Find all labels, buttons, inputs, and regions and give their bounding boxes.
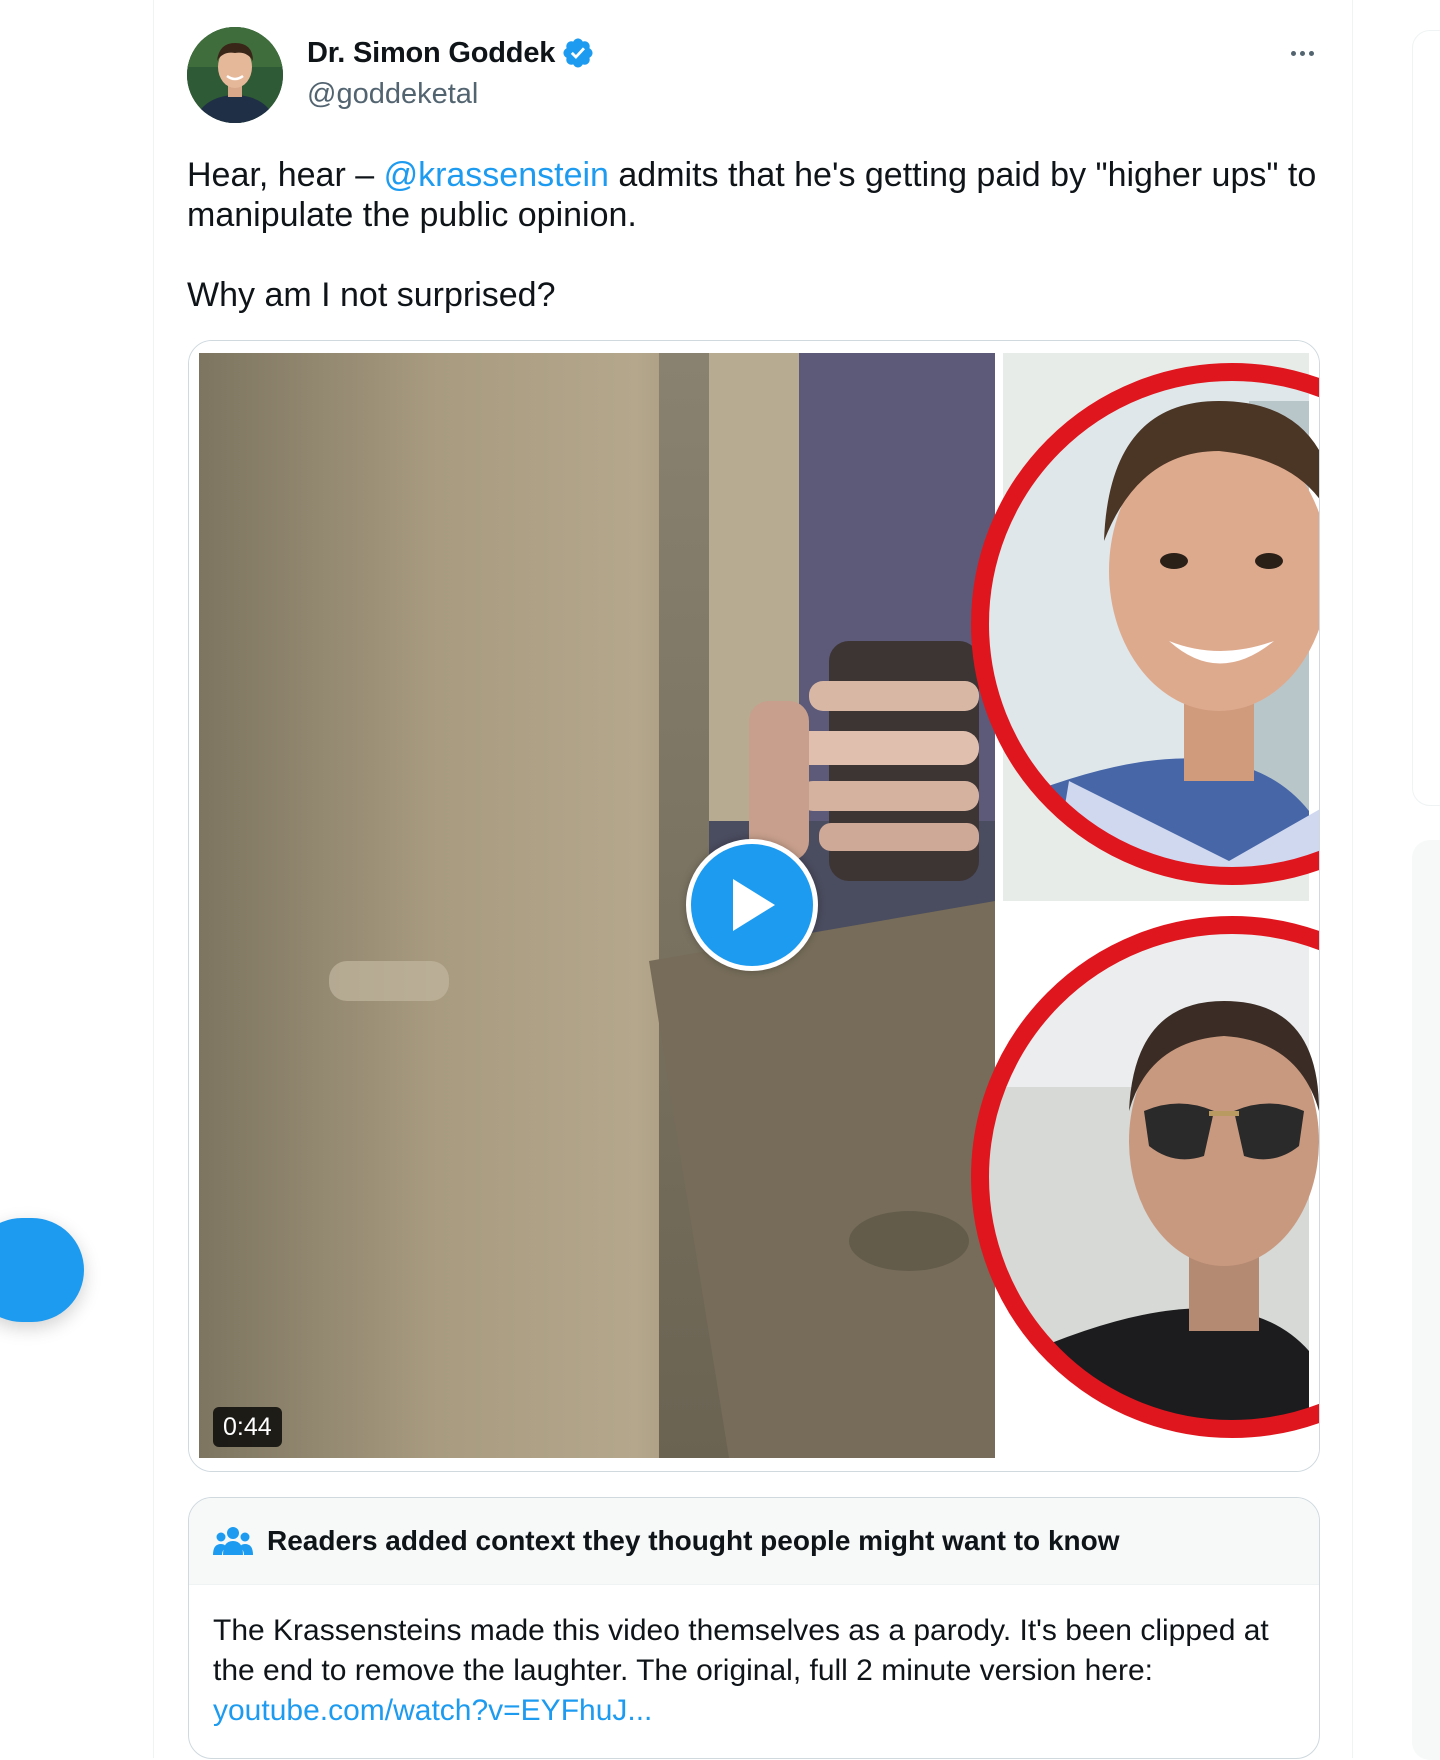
author-name[interactable]: Dr. Simon Goddek <box>307 37 555 70</box>
mention-link[interactable]: @krassenstein <box>384 156 609 194</box>
video-player[interactable]: 0:44 <box>188 340 1320 1472</box>
author-handle[interactable]: @goddeketal <box>307 78 478 111</box>
community-note-header: Readers added context they thought peopl… <box>189 1498 1319 1585</box>
more-options-icon[interactable] <box>1282 38 1322 68</box>
tweet-text-line2: Why am I not surprised? <box>187 276 556 314</box>
play-icon <box>733 879 775 931</box>
video-duration-badge: 0:44 <box>213 1407 282 1447</box>
community-note-title: Readers added context they thought peopl… <box>267 1525 1120 1556</box>
right-sidebar-panel-secondary <box>1412 840 1440 1760</box>
community-note-text: The Krassensteins made this video themse… <box>213 1614 1269 1687</box>
tweet-text-prefix: Hear, hear – <box>187 156 384 194</box>
community-note-link[interactable]: youtube.com/watch?v=EYFhuJ... <box>213 1694 652 1727</box>
right-sidebar-panel <box>1412 30 1440 806</box>
people-icon <box>213 1527 253 1555</box>
community-note-body: The Krassensteins made this video themse… <box>189 1585 1319 1731</box>
community-note: Readers added context they thought peopl… <box>188 1497 1320 1759</box>
verified-badge-icon <box>563 38 593 68</box>
left-gutter <box>0 0 153 1742</box>
avatar-image <box>187 27 283 123</box>
author-name-row[interactable]: Dr. Simon Goddek <box>307 36 595 70</box>
avatar[interactable] <box>187 27 283 123</box>
tweet-text: Hear, hear – @krassenstein admits that h… <box>187 155 1327 315</box>
play-button[interactable] <box>686 839 818 971</box>
